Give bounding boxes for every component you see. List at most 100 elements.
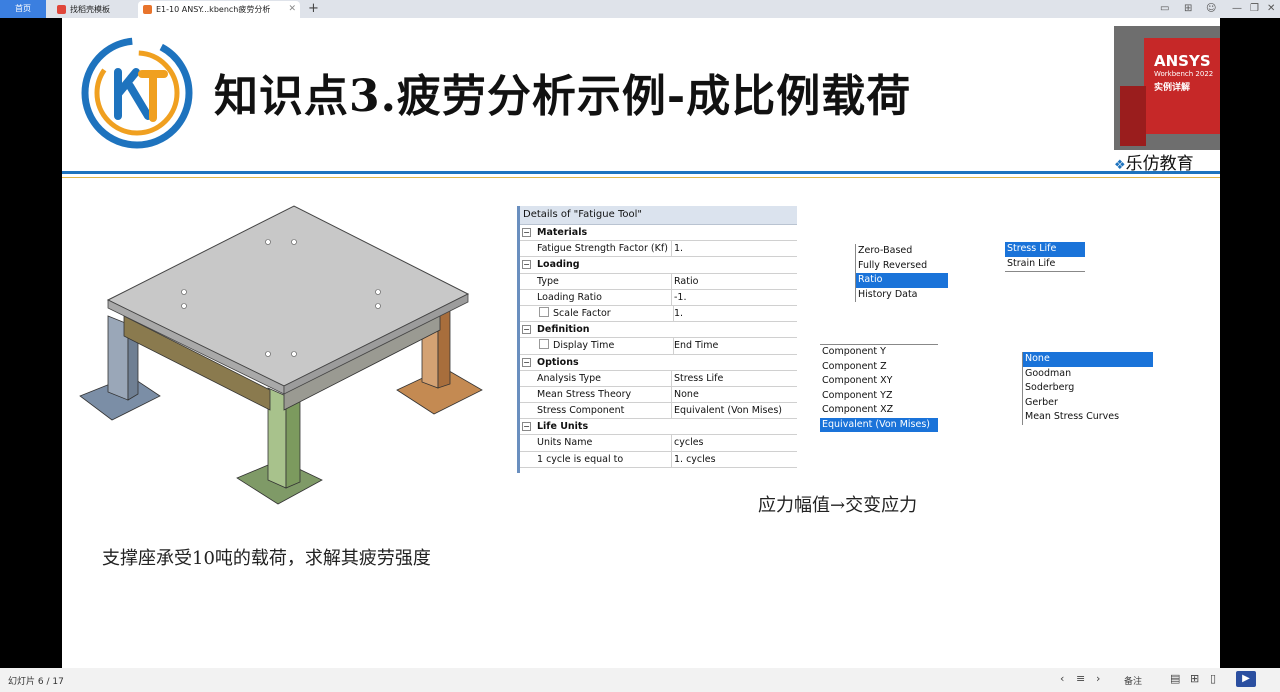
status-bar: 幻灯片 6 / 17 ‹ ≡ › 备注 ▤ ⊞ ▯ ▶ (0, 668, 1280, 692)
details-value[interactable]: Equivalent (Von Mises) (672, 403, 782, 418)
details-row[interactable]: Mean Stress Theory None (520, 386, 797, 404)
details-row[interactable]: Fatigue Strength Factor (Kf) 1. (520, 241, 797, 258)
avatar[interactable]: ☺ (1206, 0, 1216, 18)
checkbox[interactable] (539, 339, 549, 350)
browser-tab-bar: 首页 找稻壳模板 E1-10 ANSY...kbench疲劳分析 ✕ + ▭ ⊞… (0, 0, 1280, 18)
analysis-type-dropdown-list: Stress Life Strain Life (1005, 242, 1085, 272)
details-value[interactable]: 1. (672, 241, 683, 256)
dropdown-option[interactable]: Component YZ (820, 389, 938, 404)
notes-button[interactable]: 备注 (1124, 674, 1142, 687)
dropdown-option[interactable]: Component XY (820, 374, 938, 389)
details-row[interactable]: Analysis Type Stress Life (520, 370, 797, 387)
dropdown-option[interactable]: Stress Life (1005, 242, 1085, 257)
details-value[interactable]: -1. (672, 290, 687, 305)
details-value[interactable]: End Time (672, 338, 718, 353)
details-row[interactable]: Type Ratio (520, 273, 797, 290)
dropdown-option[interactable]: Component Y (820, 345, 938, 360)
close-icon[interactable]: ✕ (288, 1, 296, 18)
dropdown-option[interactable]: Soderberg (1023, 381, 1153, 396)
details-row[interactable]: Loading Ratio -1. (520, 289, 797, 306)
play-icon[interactable]: ▶ (1236, 671, 1256, 687)
details-value[interactable]: None (672, 387, 699, 402)
details-key: Loading Ratio (535, 289, 672, 305)
tab-label: 找稻壳模板 (70, 5, 110, 14)
details-value[interactable]: Stress Life (672, 371, 723, 386)
new-tab-button[interactable]: + (308, 0, 319, 17)
tab-home[interactable]: 首页 (0, 0, 46, 18)
collapse-icon[interactable]: − (522, 325, 531, 335)
details-section[interactable]: − Materials (520, 225, 797, 242)
details-key: Loading (535, 257, 787, 272)
mean-stress-dropdown-list: None Goodman Soderberg Gerber Mean Stress Cu… (1022, 352, 1153, 425)
dropdown-option[interactable]: Gerber (1023, 396, 1153, 411)
details-value[interactable]: cycles (672, 435, 704, 450)
close-window-icon[interactable]: ✕ (1267, 0, 1275, 18)
dropdown-option[interactable]: Equivalent (Von Mises) (820, 417, 938, 432)
details-row[interactable]: 1 cycle is equal to 1. cycles (520, 451, 797, 468)
dropdown-option[interactable]: Component Z (820, 360, 938, 375)
dropdown-option[interactable]: Strain Life (1005, 257, 1085, 272)
list-icon[interactable]: ≡ (1076, 672, 1085, 685)
details-section[interactable]: − Loading (520, 257, 797, 274)
problem-caption: 支撑座承受10吨的载荷，求解其疲劳强度 (102, 548, 431, 569)
tile-icon[interactable]: ▭ (1160, 0, 1169, 18)
details-key: Fatigue Strength Factor (Kf) (535, 241, 672, 257)
details-value[interactable]: 1. (672, 306, 683, 321)
sorter-view-icon[interactable]: ⊞ (1190, 672, 1199, 685)
details-key: Materials (535, 225, 787, 240)
details-value[interactable]: Ratio (672, 274, 698, 289)
collapse-icon[interactable]: − (522, 357, 531, 367)
brand-label: ❖乐仿教育 (1114, 149, 1220, 174)
details-key-text: Scale Factor (553, 307, 611, 319)
collapse-icon[interactable]: − (522, 422, 531, 432)
details-key-text: Units Name (537, 437, 593, 449)
prev-icon[interactable]: ‹ (1060, 672, 1064, 685)
details-key: Analysis Type (535, 370, 672, 386)
minimize-icon[interactable]: — (1232, 0, 1242, 18)
details-key: Stress Component (535, 403, 672, 419)
presentation-icon (143, 5, 152, 14)
details-key-text: Analysis Type (537, 372, 601, 384)
normal-view-icon[interactable]: ▤ (1170, 672, 1180, 685)
details-key: 1 cycle is equal to (535, 451, 672, 467)
dropdown-option[interactable]: History Data (856, 288, 948, 303)
collapse-icon[interactable]: − (522, 228, 531, 237)
dropdown-option[interactable]: None (1023, 352, 1153, 367)
cover-subtitle-2: 实例详解 (1154, 83, 1191, 93)
slide-canvas: 知识点3.疲劳分析示例-成比例载荷 ANSYS Workbench 2022 实… (62, 18, 1220, 668)
stress-note: 应力幅值→交变应力 (758, 495, 918, 516)
dropdown-option[interactable]: Component XZ (820, 403, 938, 418)
logo-icon (81, 37, 193, 149)
details-section[interactable]: − Options (520, 355, 797, 371)
grid-icon[interactable]: ⊞ (1184, 0, 1192, 18)
details-panel: Details of "Fatigue Tool" − Materials Fati… (517, 206, 797, 473)
details-section[interactable]: − Definition (520, 322, 797, 339)
collapse-icon[interactable]: − (522, 260, 531, 270)
next-icon[interactable]: › (1096, 672, 1100, 685)
dropdown-option[interactable]: Fully Reversed (856, 259, 948, 274)
restore-icon[interactable]: ❐ (1250, 0, 1259, 18)
type-dropdown-list: Zero-Based Fully Reversed Ratio History Dat… (855, 244, 948, 302)
details-row[interactable]: Display Time End Time (520, 338, 797, 355)
dropdown-option[interactable]: Goodman (1023, 367, 1153, 382)
tab-label: E1-10 ANSY...kbench疲劳分析 (156, 5, 271, 14)
details-key: Display Time (535, 338, 674, 354)
details-value[interactable]: 1. cycles (672, 452, 716, 467)
checkbox[interactable] (539, 306, 549, 317)
details-key-text: Type (537, 275, 559, 287)
dropdown-option[interactable]: Mean Stress Curves (1023, 410, 1153, 425)
details-key-text: Options (537, 356, 579, 368)
details-key-text: 1 cycle is equal to (537, 453, 624, 465)
details-row[interactable]: Scale Factor 1. (520, 305, 797, 323)
tab-template[interactable]: 找稻壳模板 (52, 1, 134, 18)
details-row[interactable]: Stress Component Equivalent (Von Mises) (520, 403, 797, 420)
details-key-text: Definition (537, 324, 590, 336)
tab-presentation[interactable]: E1-10 ANSY...kbench疲劳分析 ✕ (138, 1, 300, 18)
details-section[interactable]: − Life Units (520, 419, 797, 436)
details-key: Life Units (535, 419, 787, 434)
dropdown-option[interactable]: Ratio (856, 273, 948, 288)
slide-number: 幻灯片 6 / 17 (8, 677, 64, 687)
reading-view-icon[interactable]: ▯ (1210, 672, 1216, 685)
dropdown-option[interactable]: Zero-Based (856, 244, 948, 259)
details-row[interactable]: Units Name cycles (520, 435, 797, 452)
